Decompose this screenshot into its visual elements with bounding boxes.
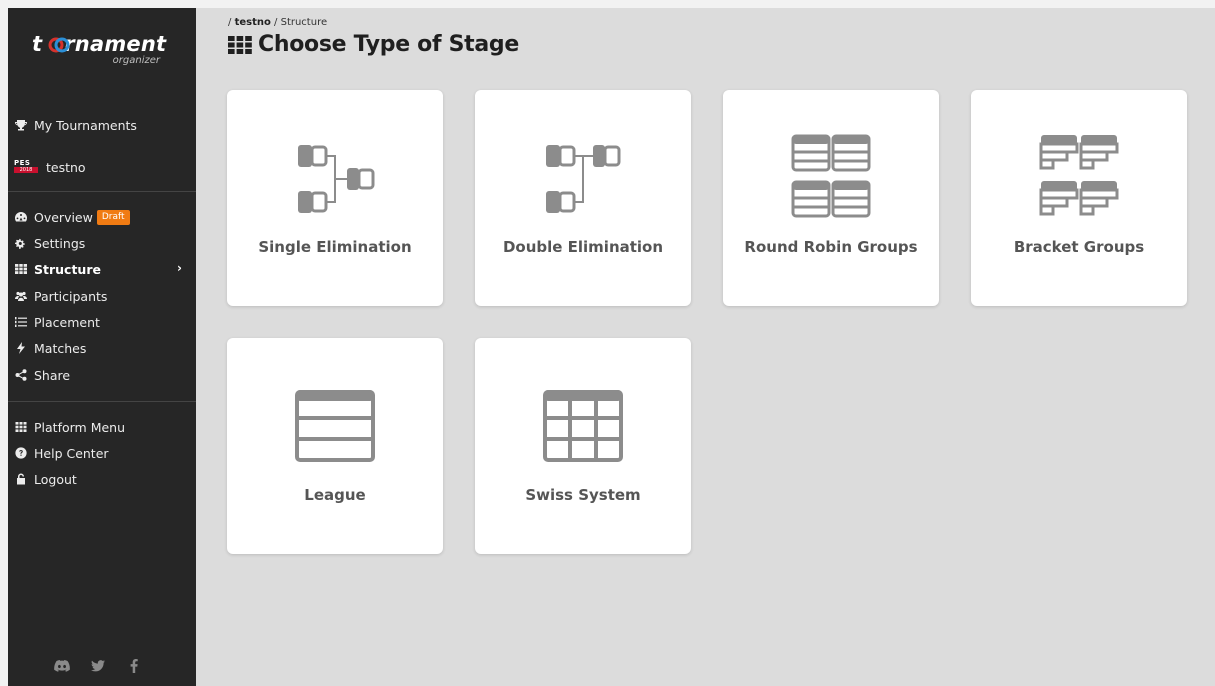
sidebar-item-label: Settings (34, 235, 86, 251)
app-frame: t rnament organizer My Tournaments PES 20… (0, 0, 1215, 686)
main-content: / testno / Structure Choose Type of Stag… (196, 8, 1215, 686)
sidebar-item-logout[interactable]: Logout (8, 468, 196, 490)
sidebar-item-label: Share (34, 367, 71, 383)
sidebar-divider (8, 401, 196, 402)
stage-type-card-single-elimination[interactable]: Single Elimination (227, 90, 443, 306)
tournament-name: testno (46, 159, 86, 175)
share-icon (14, 368, 28, 382)
sidebar-item-structure[interactable]: Structure › (8, 258, 196, 280)
sidebar-item-label: Platform Menu (34, 419, 126, 435)
sidebar-item-label: Logout (34, 471, 77, 487)
page-title: Choose Type of Stage (228, 32, 519, 57)
bracket-groups-icon (1039, 135, 1119, 216)
unlock-icon (14, 472, 28, 486)
sidebar-item-label: Matches (34, 340, 87, 356)
sidebar-item-label: Structure (34, 261, 101, 277)
page-title-text: Choose Type of Stage (258, 32, 519, 57)
breadcrumb: / testno / Structure (228, 17, 327, 28)
league-icon (295, 390, 375, 462)
chevron-right-icon: › (177, 261, 182, 275)
round-robin-groups-icon (791, 134, 871, 218)
stage-type-card-swiss-system[interactable]: Swiss System (475, 338, 691, 554)
sidebar-item-platform-menu[interactable]: Platform Menu (8, 416, 196, 438)
breadcrumb-root[interactable]: testno (235, 17, 271, 28)
sidebar-item-placement[interactable]: Placement (8, 311, 196, 333)
breadcrumb-current: Structure (280, 17, 328, 28)
sidebar-item-label: Placement (34, 314, 100, 330)
facebook-icon[interactable] (126, 658, 142, 674)
gears-icon (14, 236, 28, 250)
single-elimination-icon (298, 145, 375, 213)
sidebar-item-label: Participants (34, 288, 108, 304)
stage-type-label: Single Elimination (258, 238, 412, 256)
sidebar-item-participants[interactable]: Participants (8, 285, 196, 307)
stage-type-card-round-robin-groups[interactable]: Round Robin Groups (723, 90, 939, 306)
sidebar-item-help-center[interactable]: Help Center (8, 442, 196, 464)
list-ol-icon (14, 315, 28, 329)
sidebar-item-share[interactable]: Share (8, 364, 196, 386)
double-elimination-icon (546, 145, 621, 213)
grid-icon (228, 35, 252, 55)
stage-type-label: Swiss System (525, 486, 641, 504)
stage-type-card-bracket-groups[interactable]: Bracket Groups (971, 90, 1187, 306)
sidebar-item-overview[interactable]: Overview Draft (8, 206, 196, 228)
sidebar-divider (8, 191, 196, 192)
logo-rings-icon (48, 37, 70, 53)
sidebar-item-settings[interactable]: Settings (8, 232, 196, 254)
swiss-system-icon (543, 390, 623, 462)
discord-icon[interactable] (54, 658, 70, 674)
bolt-icon (14, 341, 28, 355)
stage-type-card-league[interactable]: League (227, 338, 443, 554)
tachometer-icon (14, 210, 28, 224)
logo-subtitle: organizer (112, 55, 160, 66)
social-links (54, 658, 142, 674)
stage-type-label: Round Robin Groups (744, 238, 918, 256)
sidebar-item-label: Help Center (34, 445, 109, 461)
stage-type-card-double-elimination[interactable]: Double Elimination (475, 90, 691, 306)
trophy-icon (14, 118, 28, 132)
th-icon (14, 420, 28, 434)
sidebar-item-label: Overview (34, 209, 93, 225)
grid-icon (14, 262, 28, 276)
sidebar-item-my-tournaments[interactable]: My Tournaments (8, 114, 196, 136)
sidebar-item-tournament[interactable]: PES 2018 testno (8, 156, 196, 178)
sidebar-item-label: My Tournaments (34, 117, 137, 133)
stage-type-label: Double Elimination (502, 238, 664, 256)
question-circle-icon (14, 446, 28, 460)
sidebar: t rnament organizer My Tournaments PES 20… (8, 8, 196, 686)
breadcrumb-separator: / (270, 17, 281, 28)
users-icon (14, 289, 28, 303)
status-badge: Draft (96, 209, 130, 225)
stage-type-label: League (304, 486, 366, 504)
twitter-icon[interactable] (90, 658, 106, 674)
game-logo: PES 2018 (14, 160, 38, 174)
app-logo[interactable]: t rnament organizer (32, 32, 172, 72)
stage-type-label: Bracket Groups (1013, 238, 1145, 256)
sidebar-item-matches[interactable]: Matches (8, 337, 196, 359)
